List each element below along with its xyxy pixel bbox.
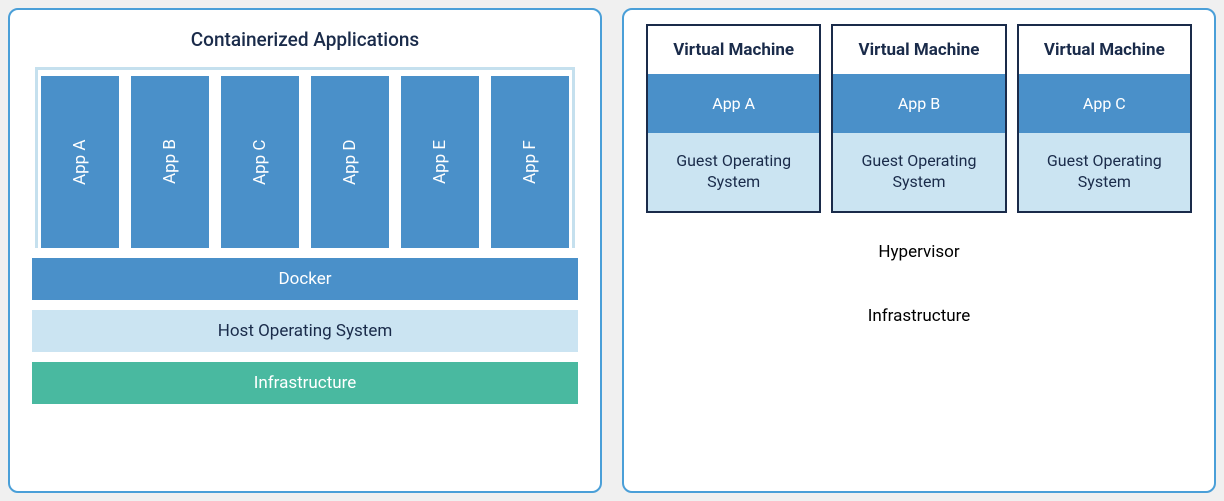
containers-panel: Containerized Applications App A App B A… (8, 8, 602, 493)
host-os-layer: Host Operating System (32, 310, 578, 352)
vm-box-b: Virtual Machine App B Guest Operating Sy… (831, 24, 1006, 213)
apps-row: App A App B App C App D App E App F (41, 76, 569, 248)
diagram-container: Containerized Applications App A App B A… (8, 8, 1216, 493)
vm-row: Virtual Machine App A Guest Operating Sy… (646, 24, 1192, 213)
infrastructure-layer-left: Infrastructure (32, 362, 578, 404)
vm-title-b: Virtual Machine (833, 26, 1004, 74)
app-box-e: App E (401, 76, 479, 248)
apps-bracket: App A App B App C App D App E App F (35, 67, 575, 248)
app-box-a: App A (41, 76, 119, 248)
hypervisor-layer: Hypervisor (646, 227, 1192, 277)
vm-app-a: App A (648, 74, 819, 133)
vms-panel: Virtual Machine App A Guest Operating Sy… (622, 8, 1216, 493)
app-box-f: App F (491, 76, 569, 248)
vm-box-a: Virtual Machine App A Guest Operating Sy… (646, 24, 821, 213)
infrastructure-layer-right: Infrastructure (646, 291, 1192, 341)
vm-guest-a: Guest Operating System (648, 133, 819, 211)
containers-title: Containerized Applications (32, 28, 578, 51)
app-box-b: App B (131, 76, 209, 248)
docker-layer: Docker (32, 258, 578, 300)
vm-title-a: Virtual Machine (648, 26, 819, 74)
vm-title-c: Virtual Machine (1019, 26, 1190, 74)
app-box-c: App C (221, 76, 299, 248)
vm-box-c: Virtual Machine App C Guest Operating Sy… (1017, 24, 1192, 213)
vm-app-c: App C (1019, 74, 1190, 133)
vm-app-b: App B (833, 74, 1004, 133)
app-box-d: App D (311, 76, 389, 248)
vm-guest-b: Guest Operating System (833, 133, 1004, 211)
vm-guest-c: Guest Operating System (1019, 133, 1190, 211)
